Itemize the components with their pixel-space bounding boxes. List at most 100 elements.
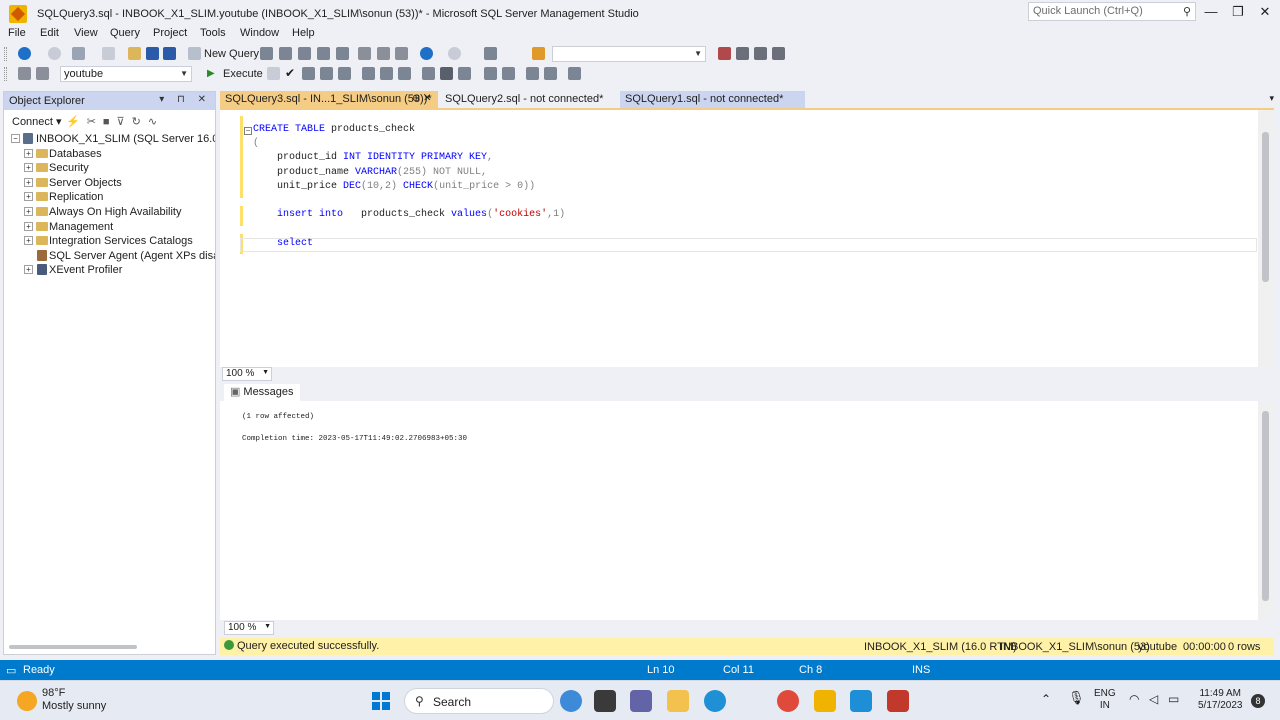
menu-view[interactable]: View <box>74 27 98 39</box>
dmx-query-icon[interactable] <box>279 47 292 60</box>
sql-code[interactable]: CREATE TABLE products_check( product_id … <box>253 123 565 251</box>
query-designer-icon[interactable] <box>320 67 333 80</box>
results-zoom-combo[interactable]: 100 % ▼ <box>224 621 274 635</box>
expand-icon[interactable]: + <box>24 221 33 231</box>
recorder-app-icon[interactable] <box>887 690 909 712</box>
expand-icon[interactable]: + <box>24 265 33 275</box>
dax-query-icon[interactable] <box>336 47 349 60</box>
uncomment-icon[interactable] <box>502 67 515 80</box>
tab-messages[interactable]: ▣ Messages <box>224 384 300 401</box>
mdx-query-icon[interactable] <box>260 47 273 60</box>
expand-icon[interactable]: + <box>24 148 33 158</box>
decrease-indent-icon[interactable] <box>526 67 539 80</box>
include-plan-icon[interactable] <box>380 67 393 80</box>
microphone-icon[interactable]: 🎙 <box>1068 691 1085 704</box>
intellisense-icon[interactable] <box>362 67 375 80</box>
tab-sqlquery2[interactable]: SQLQuery2.sql - not connected* <box>440 91 608 108</box>
redo-icon[interactable] <box>448 47 461 60</box>
expand-icon[interactable]: + <box>24 177 33 187</box>
scroll-thumb[interactable] <box>1262 411 1269 601</box>
menu-file[interactable]: File <box>8 27 26 39</box>
volume-icon[interactable]: ◁ <box>1149 693 1158 705</box>
tree-node-server-objects[interactable]: + Server Objects <box>4 176 215 191</box>
tree-node-management[interactable]: + Management <box>4 220 215 235</box>
edge-browser-icon[interactable] <box>704 690 726 712</box>
expand-icon[interactable]: + <box>24 163 33 173</box>
tray-overflow-icon[interactable]: ⌃ <box>1041 693 1051 705</box>
ssms-taskbar-icon[interactable] <box>814 690 836 712</box>
chrome-browser-icon[interactable] <box>777 690 799 712</box>
database-combo[interactable]: youtube ▼ <box>60 66 192 82</box>
tree-node-xevent-profiler[interactable]: + XEvent Profiler <box>4 263 215 278</box>
notification-badge[interactable]: 8 <box>1251 694 1265 708</box>
start-button[interactable] <box>372 692 390 710</box>
maximize-button[interactable]: ❐ <box>1224 4 1252 22</box>
results-to-grid-icon[interactable] <box>338 67 351 80</box>
tree-node-sql-agent[interactable]: SQL Server Agent (Agent XPs disabled <box>4 249 215 264</box>
minimize-button[interactable]: — <box>1197 4 1225 22</box>
editor-vertical-scrollbar[interactable] <box>1258 110 1274 367</box>
toolbox-icon[interactable] <box>754 47 767 60</box>
tab-sqlquery1[interactable]: SQLQuery1.sql - not connected* <box>620 91 805 108</box>
analysis-query-icon[interactable] <box>317 47 330 60</box>
save-all-icon[interactable] <box>163 47 176 60</box>
connect-dropdown[interactable]: Connect ▾ <box>12 115 62 128</box>
weather-widget[interactable]: 98°F Mostly sunny <box>42 687 106 713</box>
results-vertical-scrollbar[interactable] <box>1258 401 1274 620</box>
collapse-region-icon[interactable]: − <box>244 127 252 135</box>
tree-node-integration-services[interactable]: + Integration Services Catalogs <box>4 234 215 249</box>
menu-help[interactable]: Help <box>292 27 315 39</box>
expand-icon[interactable]: + <box>24 206 33 216</box>
xmla-query-icon[interactable] <box>298 47 311 60</box>
pin-close-icon[interactable]: ⊕ ✕ <box>412 93 432 104</box>
teams-app-icon[interactable] <box>630 690 652 712</box>
tree-node-server[interactable]: − INBOOK_X1_SLIM (SQL Server 16.0.1000.6 <box>4 132 215 147</box>
execute-button[interactable]: Execute <box>223 68 263 80</box>
specify-values-icon[interactable] <box>568 67 581 80</box>
sql-editor[interactable]: − CREATE TABLE products_check( product_i… <box>220 108 1274 367</box>
language-indicator[interactable]: ENG IN <box>1094 688 1116 712</box>
menu-query[interactable]: Query <box>110 27 140 39</box>
task-view-icon[interactable] <box>594 690 616 712</box>
new-file-icon[interactable] <box>102 47 115 60</box>
menu-edit[interactable]: Edit <box>40 27 59 39</box>
open-folder-icon[interactable] <box>128 47 141 60</box>
connect-icon[interactable] <box>18 67 31 80</box>
quick-launch-input[interactable]: Quick Launch (Ctrl+Q) ⚲ <box>1028 2 1196 21</box>
back-icon[interactable] <box>18 47 31 60</box>
undo-icon[interactable] <box>420 47 433 60</box>
file-explorer-icon[interactable] <box>667 690 689 712</box>
menu-window[interactable]: Window <box>240 27 279 39</box>
taskbar-search[interactable]: ⚲ Search <box>404 688 554 714</box>
properties-icon[interactable] <box>736 47 749 60</box>
oe-action-icons[interactable]: ⚡✂■⊽↻∿ <box>66 115 164 128</box>
tree-node-always-on[interactable]: + Always On High Availability <box>4 205 215 220</box>
cancel-query-icon[interactable] <box>267 67 280 80</box>
display-plan-icon[interactable] <box>302 67 315 80</box>
clock[interactable]: 11:49 AM 5/17/2023 <box>1198 688 1243 712</box>
comment-icon[interactable] <box>484 67 497 80</box>
scroll-thumb[interactable] <box>1262 132 1269 282</box>
horizontal-scrollbar[interactable] <box>9 645 137 649</box>
cut-icon[interactable] <box>358 47 371 60</box>
window-layout-icon[interactable] <box>772 47 785 60</box>
weather-sun-icon[interactable] <box>17 691 37 711</box>
parse-check-icon[interactable]: ✔ <box>285 66 295 80</box>
menu-project[interactable]: Project <box>153 27 187 39</box>
change-connection-icon[interactable] <box>36 67 49 80</box>
save-icon[interactable] <box>146 47 159 60</box>
find-icon[interactable] <box>532 47 545 60</box>
wifi-icon[interactable]: ◠ <box>1129 693 1139 705</box>
copy-icon[interactable] <box>377 47 390 60</box>
editor-zoom-combo[interactable]: 100 % ▼ <box>222 367 272 381</box>
tab-overflow-icon[interactable]: ▾ <box>1269 93 1274 104</box>
menu-tools[interactable]: Tools <box>200 27 226 39</box>
forward-icon[interactable] <box>48 47 61 60</box>
increase-indent-icon[interactable] <box>544 67 557 80</box>
notepad-app-icon[interactable] <box>850 690 872 712</box>
bing-app-icon[interactable] <box>560 690 582 712</box>
toolbar-gripper[interactable] <box>4 67 7 81</box>
panel-controls-icon[interactable]: ▾ ⊓ ✕ <box>159 94 211 105</box>
find-combo[interactable]: ▼ <box>552 46 706 62</box>
expand-icon[interactable]: + <box>24 236 33 246</box>
